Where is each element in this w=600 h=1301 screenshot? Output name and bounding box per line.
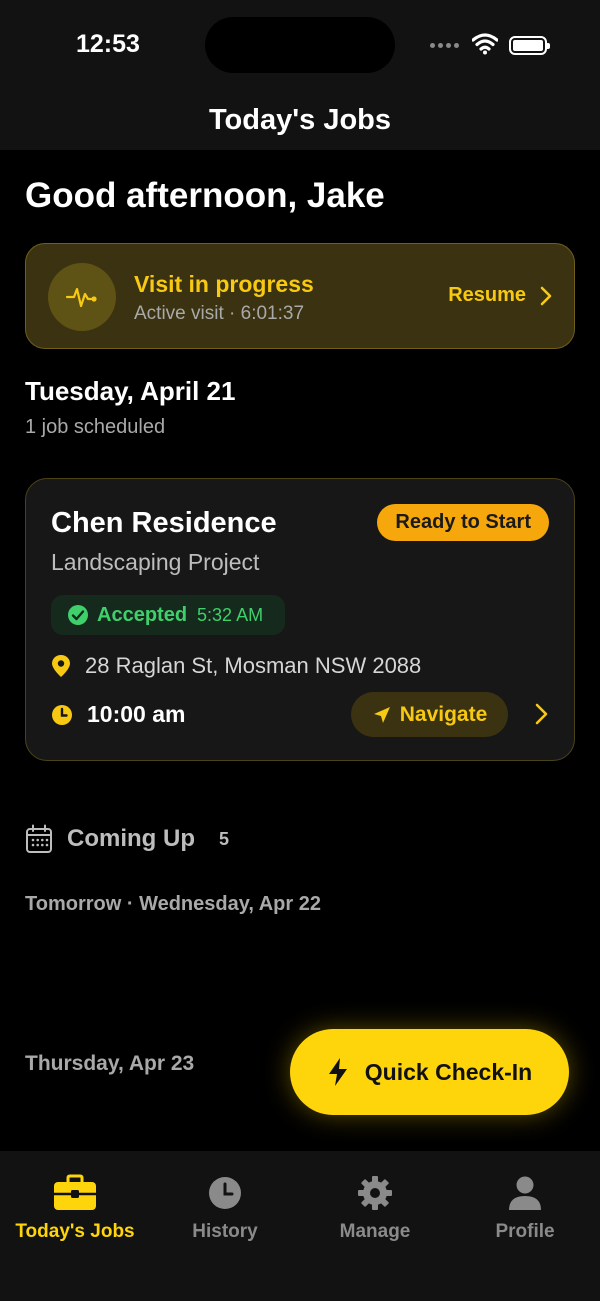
dynamic-island xyxy=(205,17,395,73)
wifi-icon xyxy=(472,33,498,55)
tab-history[interactable]: History xyxy=(150,1173,300,1243)
address-row: 28 Raglan St, Mosman NSW 2088 xyxy=(51,653,421,679)
resume-label: Resume xyxy=(448,284,526,306)
status-time: 12:53 xyxy=(76,30,140,58)
gear-icon xyxy=(358,1176,392,1210)
chevron-right-icon[interactable] xyxy=(535,703,549,725)
coming-up-title: Coming Up xyxy=(67,825,195,852)
navigate-button[interactable]: Navigate xyxy=(351,692,508,737)
clock-icon xyxy=(52,704,72,725)
quick-check-in-label: Quick Check-In xyxy=(364,1058,533,1085)
person-icon xyxy=(509,1176,541,1210)
job-title: Chen Residence xyxy=(51,507,277,539)
page-title: Today's Jobs xyxy=(208,104,391,136)
signal-icon xyxy=(430,43,459,48)
coming-up-count: 5 xyxy=(218,828,229,849)
tab-todays-jobs[interactable]: Today's Jobs xyxy=(0,1173,150,1243)
visit-subtitle: Active visit · 6:01:37 xyxy=(134,303,305,324)
check-circle-icon xyxy=(68,605,88,625)
tab-bar: Today's Jobs History Manage Profile xyxy=(0,1151,600,1301)
accepted-time: 5:32 AM xyxy=(197,604,264,625)
lightning-icon xyxy=(328,1058,347,1086)
accepted-label: Accepted xyxy=(97,603,188,626)
tab-profile[interactable]: Profile xyxy=(450,1173,600,1243)
schedule-date: Tuesday, April 21 xyxy=(25,376,236,406)
clock-icon xyxy=(209,1177,241,1209)
visit-title: Visit in progress xyxy=(134,271,314,297)
job-time: 10:00 am xyxy=(87,701,186,727)
activity-icon xyxy=(48,263,116,331)
schedule-summary: 1 job scheduled xyxy=(25,416,166,438)
coming-up-header[interactable]: Coming Up 5 xyxy=(25,824,229,854)
tab-manage[interactable]: Manage xyxy=(300,1173,450,1243)
job-card[interactable]: Chen Residence Ready to Start Landscapin… xyxy=(25,478,575,761)
upcoming-day-header: Thursday, Apr 23 xyxy=(25,1052,195,1075)
quick-check-in-button[interactable]: Quick Check-In xyxy=(290,1029,569,1115)
briefcase-icon xyxy=(54,1174,96,1210)
greeting: Good afternoon, Jake xyxy=(25,176,385,215)
tab-label: Manage xyxy=(339,1221,411,1242)
navigation-arrow-icon xyxy=(373,706,390,723)
visit-in-progress-banner[interactable]: Visit in progress Active visit · 6:01:37… xyxy=(25,243,575,349)
accepted-badge: Accepted 5:32 AM xyxy=(51,595,285,635)
navigation-bar: Today's Jobs xyxy=(0,90,600,150)
battery-icon xyxy=(509,36,550,55)
resume-button[interactable]: Resume xyxy=(448,284,552,307)
navigate-label: Navigate xyxy=(399,702,488,726)
status-bar: 12:53 xyxy=(0,0,600,90)
tab-label: Profile xyxy=(495,1221,555,1242)
tab-label: History xyxy=(192,1221,258,1242)
status-badge: Ready to Start xyxy=(377,504,549,541)
location-pin-icon xyxy=(52,655,70,677)
upcoming-day-header: Tomorrow · Wednesday, Apr 22 xyxy=(25,893,321,915)
chevron-right-icon xyxy=(540,286,552,305)
time-row: 10:00 am xyxy=(51,701,185,728)
job-subtitle: Landscaping Project xyxy=(51,549,260,575)
job-address: 28 Raglan St, Mosman NSW 2088 xyxy=(85,653,422,678)
tab-label: Today's Jobs xyxy=(15,1221,135,1242)
calendar-icon xyxy=(26,824,52,853)
